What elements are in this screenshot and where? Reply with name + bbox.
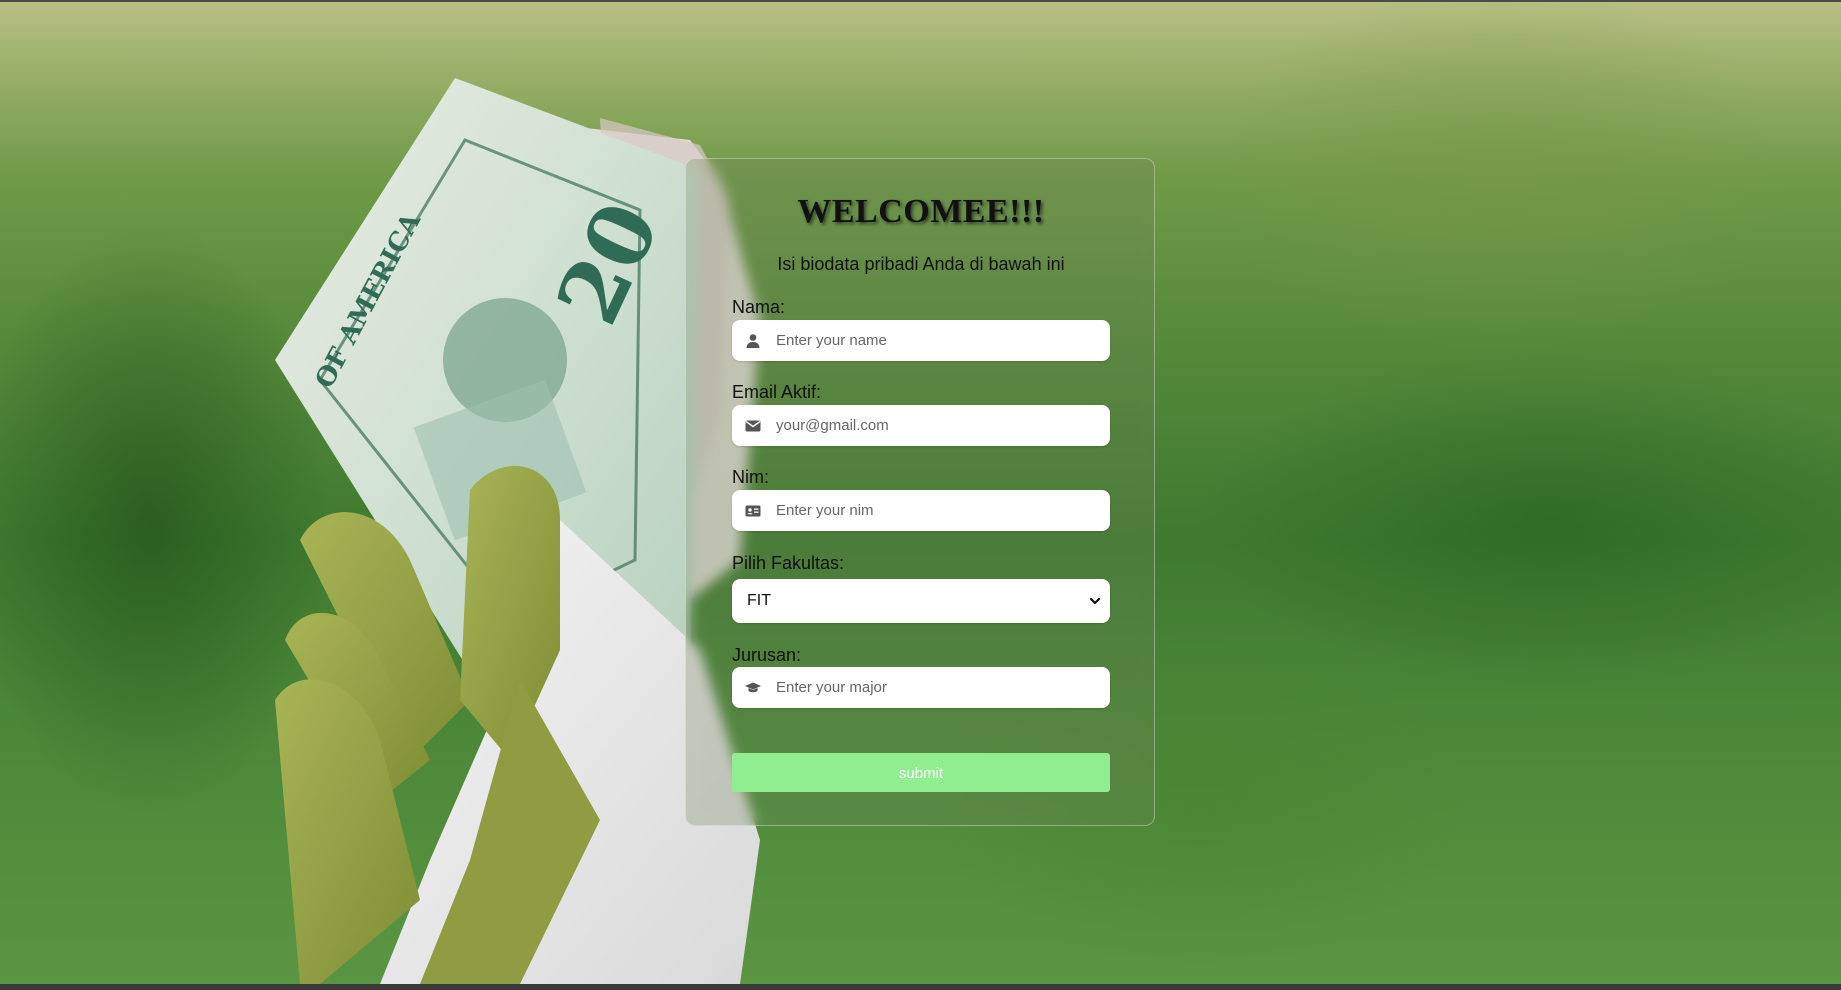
bottom-edge bbox=[0, 984, 1841, 990]
biodata-form-card: WELCOMEE!!! Isi biodata pribadi Anda di … bbox=[685, 158, 1155, 826]
email-input[interactable] bbox=[776, 405, 1096, 446]
nim-input[interactable] bbox=[776, 490, 1096, 531]
email-field[interactable] bbox=[732, 405, 1110, 446]
name-input[interactable] bbox=[776, 320, 1096, 361]
nim-field[interactable] bbox=[732, 490, 1110, 531]
email-label: Email Aktif: bbox=[732, 382, 822, 402]
name-field[interactable] bbox=[732, 320, 1110, 361]
chevron-down-icon bbox=[1089, 597, 1101, 605]
envelope-icon bbox=[745, 420, 761, 432]
faculty-select[interactable]: FIT bbox=[732, 579, 1110, 623]
major-field[interactable] bbox=[732, 667, 1110, 708]
graduation-cap-icon bbox=[745, 682, 761, 693]
faculty-selected-value: FIT bbox=[747, 592, 771, 609]
form-subtitle: Isi biodata pribadi Anda di bawah ini bbox=[777, 254, 1065, 274]
name-label: Nama: bbox=[732, 297, 786, 317]
faculty-label: Pilih Fakultas: bbox=[732, 553, 845, 573]
submit-button[interactable]: submit bbox=[732, 753, 1110, 792]
top-edge bbox=[0, 0, 1841, 2]
major-label: Jurusan: bbox=[732, 645, 802, 665]
nim-label: Nim: bbox=[732, 467, 769, 487]
page-title: WELCOMEE!!! bbox=[797, 193, 1045, 230]
user-icon bbox=[746, 334, 760, 348]
page: 20 OF AMERICA WELCOMEE!!! Isi biodata pr… bbox=[0, 0, 1841, 990]
id-card-icon bbox=[745, 505, 761, 517]
major-input[interactable] bbox=[776, 667, 1096, 708]
